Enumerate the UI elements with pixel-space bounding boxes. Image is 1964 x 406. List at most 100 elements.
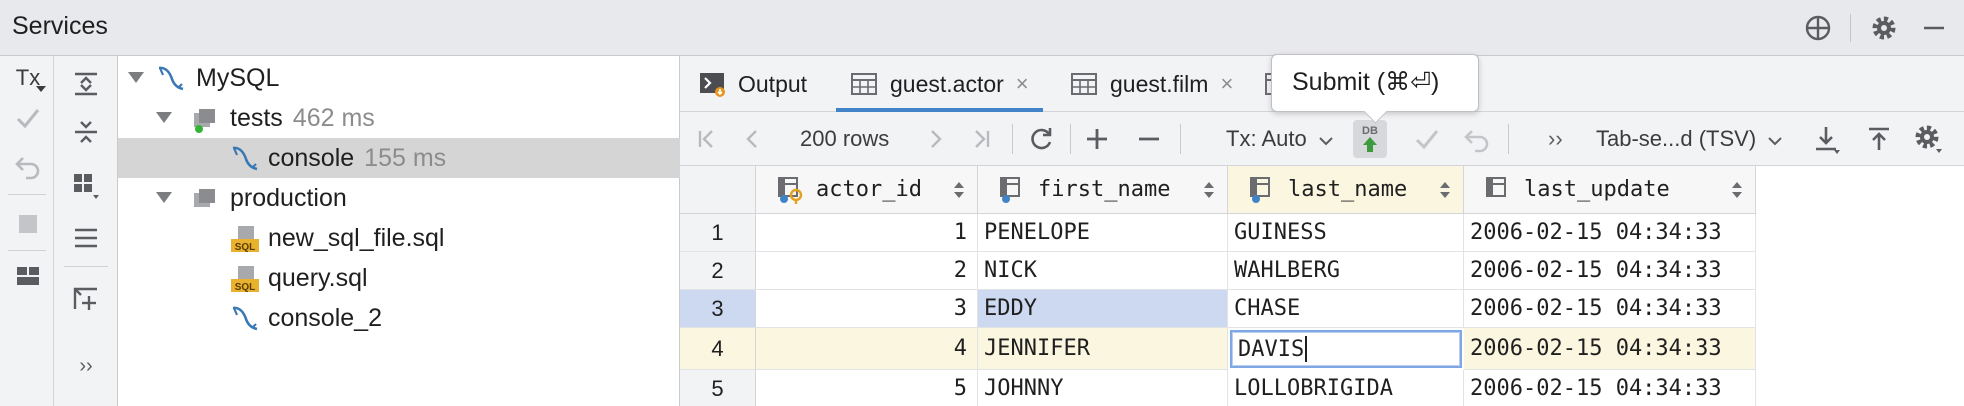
cell-last-update[interactable]: 2006-02-15 04:34:33 [1464,370,1756,406]
cell-last-update[interactable]: 2006-02-15 04:34:33 [1464,328,1756,370]
execution-time: 155 ms [364,144,447,172]
tab-close-icon[interactable]: × [1220,71,1233,97]
tree-item-new-sql-file[interactable]: SQL new_sql_file.sql [118,218,680,258]
more-actions-button[interactable]: ›› [66,346,106,386]
download-icon[interactable] [1810,122,1844,156]
format-dropdown[interactable]: Tab-se...d (TSV) [1596,126,1782,152]
tree-item-console-2[interactable]: console_2 [118,298,680,338]
submit-button[interactable]: DB [1353,120,1387,158]
cell-first-name[interactable]: JOHNNY [978,370,1228,406]
settings-gear-icon[interactable] [1912,122,1946,156]
title-bar: Services [0,0,1964,56]
minimize-icon[interactable] [1918,12,1950,44]
column-header-first-name[interactable]: first_name [978,166,1228,214]
sort-icon[interactable] [1439,180,1451,200]
sort-icon[interactable] [1203,180,1215,200]
sort-icon[interactable] [953,180,965,200]
cell-actor-id[interactable]: 3 [756,290,978,328]
cell-last-name[interactable]: WAHLBERG [1228,252,1464,290]
cell-actor-id[interactable]: 4 [756,328,978,370]
commit-check-icon[interactable] [8,98,48,138]
tree-item-tests[interactable]: tests 462 ms [118,98,680,138]
collapse-arrow-icon[interactable] [156,192,172,203]
primary-key-column-icon [778,176,803,204]
services-tree: MySQL tests 462 ms console 155 ms producti… [118,56,680,406]
tree-item-console[interactable]: console 155 ms [118,138,680,178]
more-label: ›› [79,354,93,377]
cell-last-name[interactable]: GUINESS [1228,214,1464,252]
tab-close-icon[interactable]: × [1016,71,1029,97]
tab-guest-actor[interactable]: guest.actor × [836,56,1043,112]
column-header-last-update[interactable]: last_update [1464,166,1756,214]
refresh-icon[interactable] [1024,122,1058,156]
upload-icon[interactable] [1862,122,1896,156]
tab-output[interactable]: Output [698,56,807,112]
tree-item-query-sql[interactable]: SQL query.sql [118,258,680,298]
cell-last-update[interactable]: 2006-02-15 04:34:33 [1464,214,1756,252]
tab-guest-film[interactable]: guest.film × [1056,56,1247,112]
row-number[interactable]: 1 [680,214,756,252]
cell-first-name[interactable]: PENELOPE [978,214,1228,252]
tab-label: guest.film [1110,70,1209,97]
cell-first-name[interactable]: JENNIFER [978,328,1228,370]
tx-mode-button[interactable]: Tx [8,58,48,98]
layout-icon[interactable] [8,256,48,296]
tree-item-mysql[interactable]: MySQL [118,58,680,98]
cell-actor-id[interactable]: 1 [756,214,978,252]
expand-all-icon[interactable] [66,64,106,104]
first-page-icon[interactable] [690,122,724,156]
output-console-icon [700,73,725,97]
add-service-icon[interactable] [66,278,106,318]
row-number[interactable]: 5 [680,370,756,406]
cell-last-name[interactable]: LOLLOBRIGIDA [1228,370,1464,406]
last-page-icon[interactable] [964,122,998,156]
row-number[interactable]: 4 [680,328,756,370]
toolbar-separator [1012,124,1013,154]
row-number[interactable]: 2 [680,252,756,290]
stop-icon[interactable] [8,204,48,244]
sort-icon[interactable] [1731,180,1743,200]
sql-file-icon: SQL [230,264,260,294]
tree-item-label: tests 462 ms [230,104,375,132]
revert-icon[interactable] [1460,122,1494,156]
group-by-icon[interactable] [66,166,106,206]
row-number[interactable]: 3 [680,290,756,328]
tab-label: guest.actor [890,70,1004,97]
mysql-dolphin-icon [230,304,260,334]
services-toolbar: ›› [54,56,118,406]
gear-icon[interactable] [1868,12,1900,44]
table-icon [851,73,877,95]
tree-item-production[interactable]: production [118,178,680,218]
tree-item-label: console 155 ms [268,144,447,172]
cell-last-name[interactable]: CHASE [1228,290,1464,328]
rollback-icon[interactable] [8,146,48,186]
rows-count[interactable]: 200 rows [800,126,889,152]
collapse-arrow-icon[interactable] [156,112,172,123]
list-icon[interactable] [66,218,106,258]
data-grid: actor_id first_name last_name last_updat… [680,166,1964,406]
cell-last-name-editor[interactable]: DAVIS [1230,330,1462,368]
execution-time: 462 ms [292,104,375,132]
cell-last-update[interactable]: 2006-02-15 04:34:33 [1464,252,1756,290]
cell-first-name[interactable]: EDDY [978,290,1228,328]
cell-last-update[interactable]: 2006-02-15 04:34:33 [1464,290,1756,328]
cell-first-name[interactable]: NICK [978,252,1228,290]
tx-mode-dropdown[interactable]: Tx: Auto [1226,126,1333,152]
commit-check-icon[interactable] [1410,122,1444,156]
crosshair-icon[interactable] [1802,12,1834,44]
previous-page-icon[interactable] [736,122,770,156]
column-name: actor_id [816,177,922,202]
column-header-last-name[interactable]: last_name [1228,166,1464,214]
cell-actor-id[interactable]: 2 [756,252,978,290]
next-page-icon[interactable] [918,122,952,156]
collapse-all-icon[interactable] [66,112,106,152]
tab-label: Output [738,70,808,97]
add-row-icon[interactable] [1080,122,1114,156]
chevron-down-icon [1319,137,1333,146]
cell-actor-id[interactable]: 5 [756,370,978,406]
more-tools-button[interactable]: ›› [1548,126,1563,152]
strip-separator [64,266,108,267]
column-header-actor-id[interactable]: actor_id [756,166,978,214]
collapse-arrow-icon[interactable] [128,72,144,83]
delete-row-icon[interactable] [1132,122,1166,156]
